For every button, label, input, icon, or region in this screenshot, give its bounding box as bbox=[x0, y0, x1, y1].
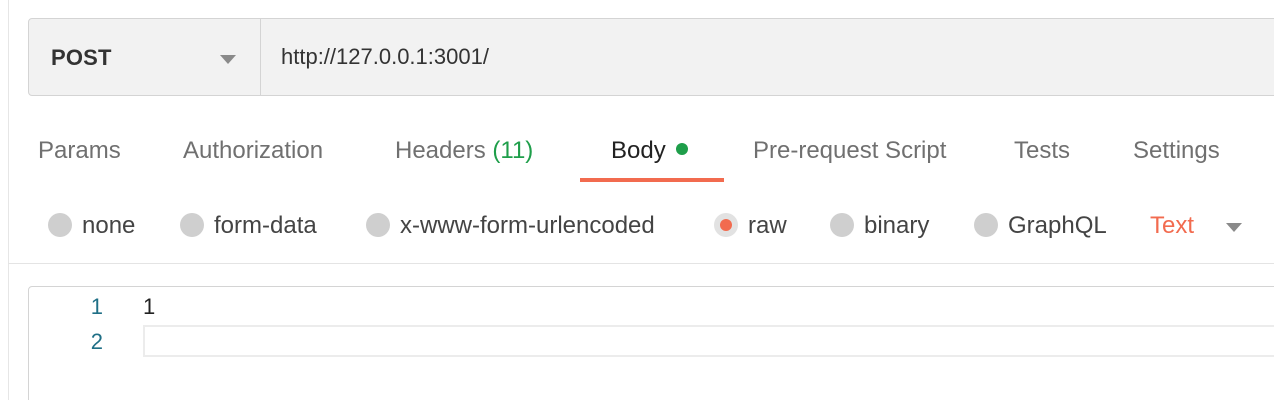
tab-headers[interactable]: Headers (11) bbox=[395, 137, 533, 169]
body-editor[interactable]: 1 1 2 bbox=[28, 286, 1274, 400]
sidebar-divider bbox=[8, 0, 9, 400]
headers-count-badge: (11) bbox=[492, 137, 534, 164]
radio-label: none bbox=[82, 212, 136, 239]
request-bar: POST bbox=[28, 18, 1274, 96]
body-type-graphql[interactable]: GraphQL bbox=[974, 209, 1114, 241]
tab-params[interactable]: Params bbox=[38, 137, 121, 169]
method-label: POST bbox=[51, 45, 112, 70]
tab-label: Authorization bbox=[183, 137, 324, 164]
radio-label: raw bbox=[748, 212, 787, 239]
radio-button[interactable] bbox=[180, 213, 204, 237]
body-type-x-www-form-urlencoded[interactable]: x-www-form-urlencoded bbox=[366, 209, 676, 241]
radio-button[interactable] bbox=[830, 213, 854, 237]
chevron-down-icon bbox=[1226, 223, 1242, 232]
line-number: 2 bbox=[90, 329, 103, 354]
tab-label: Pre-request Script bbox=[753, 137, 947, 164]
tab-label: Params bbox=[38, 137, 121, 164]
method-select[interactable]: POST bbox=[29, 19, 261, 95]
chevron-down-icon bbox=[220, 55, 236, 64]
radio-label: binary bbox=[864, 212, 930, 239]
tab-authorization[interactable]: Authorization bbox=[183, 137, 323, 169]
body-type-binary[interactable]: binary bbox=[830, 209, 940, 241]
green-dot-icon bbox=[675, 143, 688, 155]
raw-format-select[interactable]: Text bbox=[1150, 209, 1250, 241]
tab-tests[interactable]: Tests bbox=[1014, 137, 1070, 169]
tab-label: Headers bbox=[395, 137, 486, 164]
line-number: 1 bbox=[90, 294, 103, 319]
radio-button[interactable] bbox=[48, 213, 72, 237]
body-type-form-data[interactable]: form-data bbox=[180, 209, 330, 241]
body-type-none[interactable]: none bbox=[48, 209, 148, 241]
raw-format-label: Text bbox=[1150, 212, 1195, 239]
active-code-line[interactable] bbox=[143, 325, 1274, 357]
request-builder: POST Params Authorization Headers (11) B… bbox=[0, 0, 1274, 400]
tab-label: Tests bbox=[1014, 137, 1071, 164]
tab-label: Body bbox=[611, 137, 666, 164]
radio-label: GraphQL bbox=[1008, 212, 1107, 239]
radio-button[interactable] bbox=[974, 213, 998, 237]
tab-settings[interactable]: Settings bbox=[1133, 137, 1220, 169]
active-tab-indicator bbox=[580, 178, 724, 182]
body-type-raw[interactable]: raw bbox=[714, 209, 794, 241]
radio-button[interactable] bbox=[366, 213, 390, 237]
code-line[interactable]: 1 bbox=[143, 294, 155, 320]
radio-button-selected[interactable] bbox=[714, 213, 738, 237]
section-divider bbox=[8, 263, 1274, 264]
radio-label: form-data bbox=[214, 212, 317, 239]
radio-label: x-www-form-urlencoded bbox=[400, 212, 655, 239]
tab-body[interactable]: Body bbox=[611, 137, 688, 169]
tab-pre-request-script[interactable]: Pre-request Script bbox=[753, 137, 946, 169]
url-input[interactable] bbox=[261, 19, 1261, 95]
tab-label: Settings bbox=[1133, 137, 1220, 164]
